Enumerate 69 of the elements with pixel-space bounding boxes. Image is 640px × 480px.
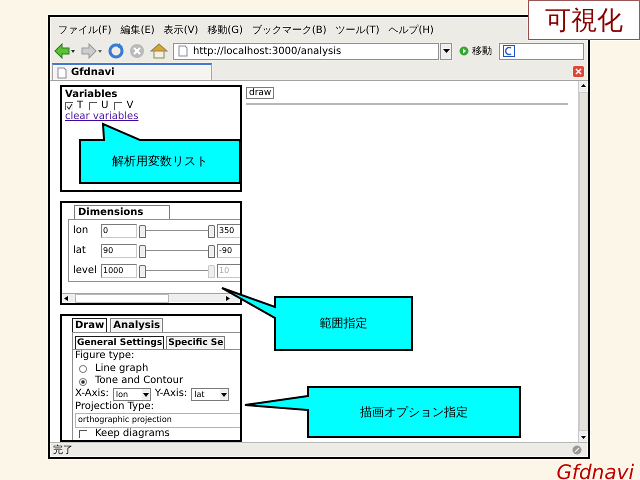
status-text: 完了 bbox=[53, 444, 73, 457]
caret-icon bbox=[142, 388, 150, 400]
variable-label: U bbox=[101, 100, 108, 111]
range-end-field[interactable]: 350 bbox=[217, 224, 240, 238]
status-icon bbox=[572, 445, 582, 455]
panel-title: Variables bbox=[65, 89, 118, 100]
radio-label: Line graph bbox=[95, 362, 148, 375]
field-label: Projection Type: bbox=[75, 400, 155, 414]
radio-label: Tone and Contour bbox=[95, 375, 184, 388]
checkbox[interactable] bbox=[114, 102, 122, 110]
home-icon[interactable] bbox=[150, 43, 168, 59]
callout-text: 解析用変数リスト bbox=[112, 153, 208, 170]
caret-icon bbox=[220, 388, 228, 400]
play-icon bbox=[459, 46, 469, 56]
radio-button[interactable] bbox=[79, 365, 87, 374]
range-start-field[interactable]: 0 bbox=[101, 224, 137, 238]
caret-icon bbox=[442, 49, 450, 53]
go-button[interactable]: 移動 bbox=[457, 44, 494, 58]
callout-text: 範囲指定 bbox=[320, 315, 368, 332]
menu-item[interactable]: ヘルプ(H) bbox=[388, 23, 434, 36]
checkbox-label: Keep diagrams bbox=[95, 428, 170, 440]
right-arrow-icon[interactable] bbox=[225, 296, 230, 302]
tab[interactable]: General Settings bbox=[75, 336, 164, 350]
variable-label: V bbox=[126, 100, 134, 111]
tab[interactable]: Draw bbox=[72, 318, 108, 332]
checkbox[interactable] bbox=[65, 102, 73, 110]
projection-select[interactable]: orthographic projection bbox=[75, 413, 240, 428]
menu-item[interactable]: 移動(G) bbox=[207, 23, 243, 36]
logo: Gfdnavi bbox=[556, 461, 634, 480]
range-end-field[interactable]: -90 bbox=[217, 244, 240, 258]
checkbox[interactable] bbox=[89, 102, 98, 110]
field-label: Figure type: bbox=[75, 350, 136, 363]
reload-icon[interactable] bbox=[108, 43, 124, 59]
address-field[interactable]: http://localhost:3000/analysis bbox=[173, 42, 439, 60]
menu-item[interactable]: 表示(V) bbox=[164, 23, 198, 36]
menu-item[interactable]: ファイル(F) bbox=[58, 23, 112, 36]
range-slider[interactable] bbox=[139, 264, 215, 278]
page-icon bbox=[57, 66, 67, 78]
vertical-scrollbar[interactable] bbox=[578, 81, 588, 442]
radio-button[interactable] bbox=[79, 378, 87, 386]
dimension-label: lon bbox=[73, 225, 90, 236]
horizontal-scrollbar[interactable] bbox=[62, 293, 240, 304]
page-icon bbox=[178, 45, 188, 57]
tab[interactable]: Specific Se bbox=[166, 336, 226, 350]
left-arrow-icon[interactable] bbox=[64, 296, 69, 302]
variable-label: T bbox=[77, 100, 84, 111]
menu-item[interactable]: 編集(E) bbox=[120, 23, 155, 36]
callout-text: 描画オプション指定 bbox=[360, 404, 468, 420]
menu-item[interactable]: ブックマーク(B) bbox=[252, 23, 327, 36]
x-axis-select[interactable]: lon bbox=[112, 388, 151, 401]
dimension-label: lat bbox=[73, 245, 87, 256]
close-icon[interactable] bbox=[573, 66, 584, 77]
dimension-label: level bbox=[73, 265, 98, 276]
range-start-field[interactable]: 90 bbox=[101, 244, 137, 258]
browser-tab[interactable]: Gfdnavi bbox=[52, 63, 212, 80]
dropdown-button[interactable] bbox=[440, 42, 452, 60]
search-engine-icon bbox=[503, 45, 515, 57]
slide-title: 可視化 bbox=[528, 0, 640, 40]
back-arrow-icon[interactable] bbox=[54, 43, 76, 59]
clear-variables-link[interactable]: clear variables bbox=[65, 111, 138, 122]
tab[interactable]: Dimensions bbox=[74, 205, 170, 220]
field-label: X-Axis: bbox=[75, 388, 109, 401]
search-field[interactable] bbox=[499, 42, 584, 60]
checkbox[interactable] bbox=[79, 430, 87, 438]
y-axis-select[interactable]: lat bbox=[191, 388, 230, 401]
tab[interactable]: Analysis bbox=[110, 318, 164, 332]
draw-button[interactable]: draw bbox=[246, 87, 274, 99]
menu-item[interactable]: ツール(T) bbox=[336, 23, 380, 36]
field-label: Y-Axis: bbox=[154, 388, 188, 401]
